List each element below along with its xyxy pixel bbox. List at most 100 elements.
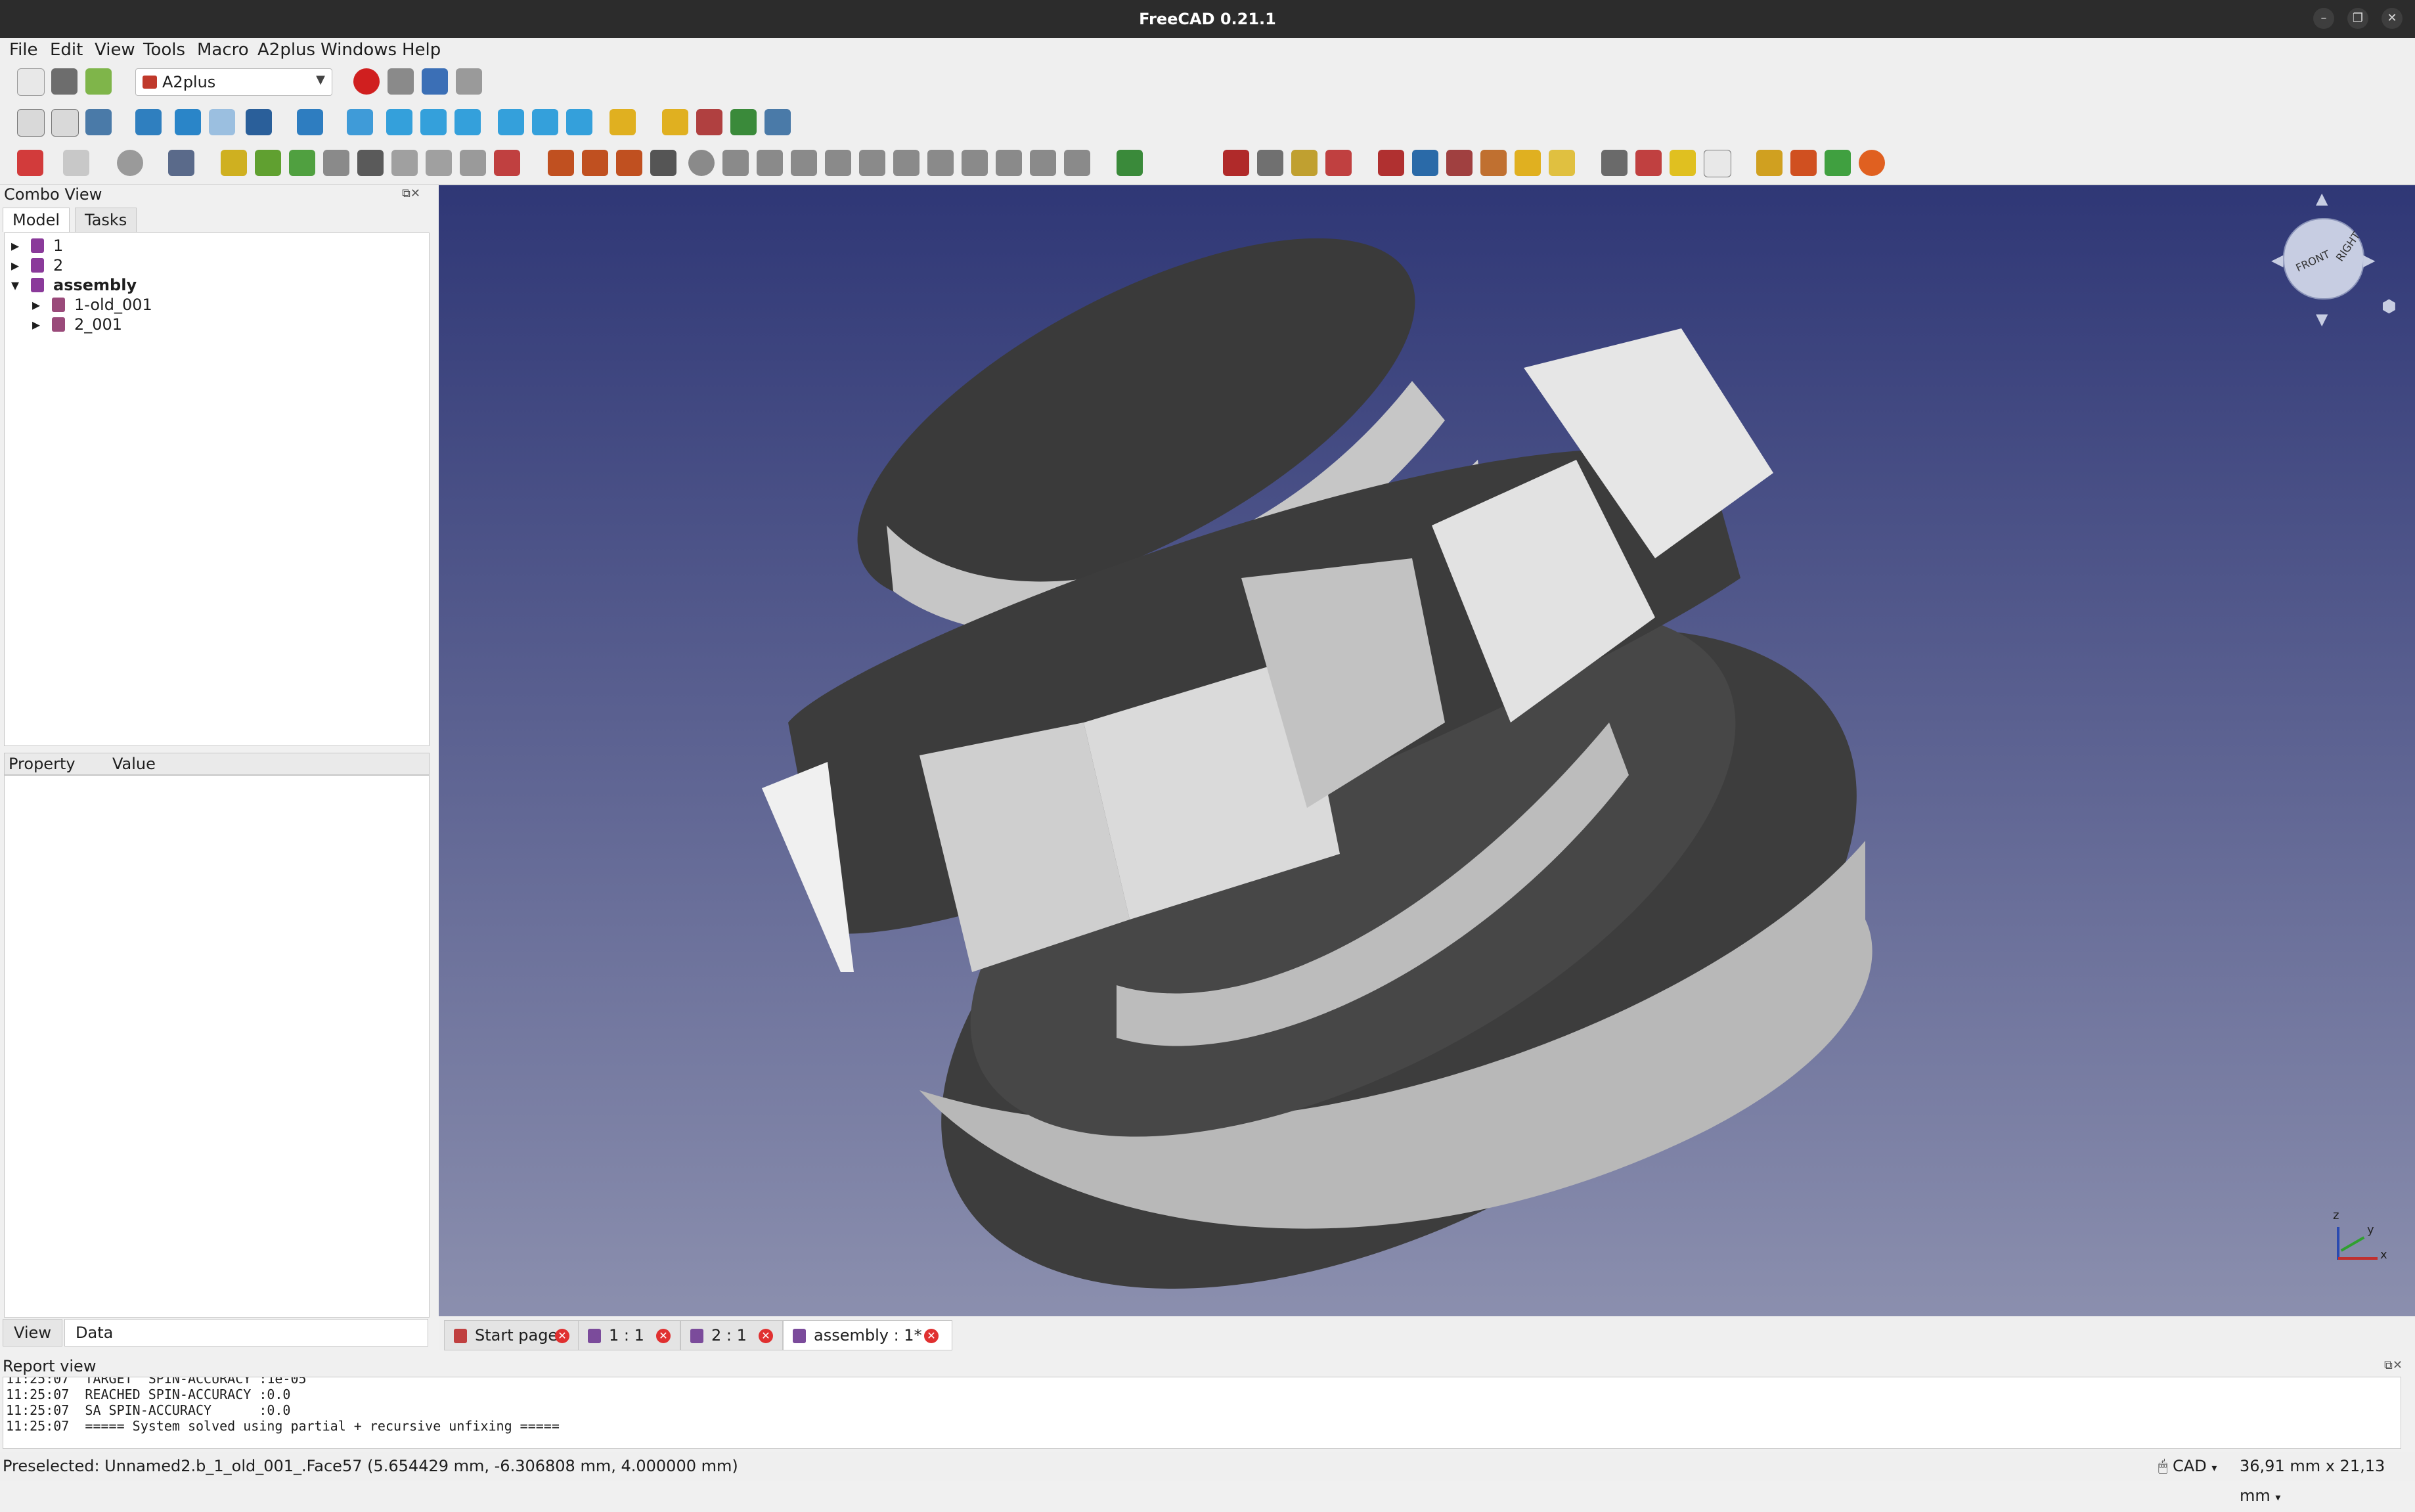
- edit-properties-icon[interactable]: [460, 150, 486, 176]
- collapse-arrow-icon[interactable]: ▾: [11, 276, 19, 294]
- measure-icon[interactable]: [609, 109, 636, 135]
- right-view-icon[interactable]: [454, 109, 481, 135]
- expand-arrow-icon[interactable]: ▸: [32, 315, 40, 334]
- undo-icon[interactable]: [17, 150, 43, 176]
- bom-icon[interactable]: [1601, 150, 1628, 176]
- axis-plane-angle-icon[interactable]: [1030, 150, 1056, 176]
- tab-view[interactable]: View: [3, 1319, 62, 1346]
- tab-data[interactable]: Data: [64, 1319, 428, 1346]
- tab-assembly[interactable]: assembly : 1* ✕: [783, 1320, 952, 1350]
- minimize-button[interactable]: –: [2313, 8, 2334, 29]
- edit-macro-icon[interactable]: [422, 68, 448, 95]
- new-file-icon[interactable]: [17, 68, 45, 96]
- point-on-plane-icon[interactable]: [616, 150, 642, 176]
- record-macro-icon[interactable]: [353, 68, 380, 95]
- navigation-style-selector[interactable]: 🖱 CAD ▾: [2158, 1452, 2217, 1482]
- run-macro-icon[interactable]: [456, 68, 482, 95]
- create-group-icon[interactable]: [696, 109, 722, 135]
- rear-view-icon[interactable]: [498, 109, 524, 135]
- cd-icon[interactable]: [1635, 150, 1662, 176]
- workbench-selector[interactable]: A2plus ▼: [135, 68, 332, 96]
- redo-icon[interactable]: [63, 150, 89, 176]
- circular-edge-icon[interactable]: [722, 150, 749, 176]
- whats-this-icon[interactable]: [168, 150, 194, 176]
- add-shape-icon[interactable]: [255, 150, 281, 176]
- left-view-icon[interactable]: [566, 109, 592, 135]
- tab-document-1[interactable]: 1 : 1 ✕: [578, 1320, 680, 1350]
- menu-help[interactable]: Help: [402, 40, 441, 60]
- search-icon[interactable]: [1412, 150, 1438, 176]
- create-part-icon[interactable]: [662, 109, 688, 135]
- front-view-icon[interactable]: [386, 109, 412, 135]
- float-close-icon[interactable]: ⧉✕: [2384, 1358, 2403, 1372]
- tree-item-2[interactable]: ▸ 2: [11, 256, 63, 275]
- delete-constraints-icon[interactable]: [494, 150, 520, 176]
- fit-selection-icon[interactable]: [51, 109, 79, 137]
- unit-icon[interactable]: [1859, 150, 1885, 176]
- tree-item-1-old-001[interactable]: ▸ 1-old_001: [32, 295, 152, 315]
- nav-rotate-down-icon[interactable]: ▼: [2316, 310, 2328, 328]
- link-actions-icon[interactable]: [764, 109, 791, 135]
- axis-plane-parallel-icon[interactable]: [859, 150, 885, 176]
- sphere-constraint-icon[interactable]: [688, 150, 715, 176]
- menu-edit[interactable]: Edit: [50, 40, 83, 60]
- axial-alignment-icon[interactable]: [791, 150, 817, 176]
- cut-icon[interactable]: [1790, 150, 1817, 176]
- property-column-header[interactable]: Property: [9, 753, 76, 774]
- expand-arrow-icon[interactable]: ▸: [11, 256, 19, 275]
- move-part-icon[interactable]: [323, 150, 349, 176]
- close-window-button[interactable]: ✕: [2382, 8, 2403, 29]
- bounding-box-icon[interactable]: [135, 109, 162, 135]
- constraint-viewer-icon[interactable]: [1291, 150, 1318, 176]
- float-close-icon[interactable]: ⧉✕: [402, 187, 420, 200]
- toggle-transparency-icon[interactable]: [1446, 150, 1473, 176]
- axis-coincident-icon[interactable]: [757, 150, 783, 176]
- menu-windows[interactable]: Windows: [321, 40, 397, 60]
- tab-start-page[interactable]: Start page ✕: [444, 1320, 581, 1350]
- back-icon[interactable]: [175, 109, 201, 135]
- close-tab-icon[interactable]: ✕: [656, 1329, 671, 1343]
- label-dof-icon[interactable]: [1515, 150, 1541, 176]
- tree-item-assembly[interactable]: ▾ assembly: [11, 275, 137, 295]
- menu-tools[interactable]: Tools: [143, 40, 185, 60]
- menu-view[interactable]: View: [95, 40, 135, 60]
- auto-solve-icon[interactable]: [1223, 150, 1249, 176]
- simulation-icon[interactable]: [1756, 150, 1783, 176]
- tab-document-2[interactable]: 2 : 1 ✕: [680, 1320, 783, 1350]
- delete-icon[interactable]: [650, 150, 676, 176]
- menu-macro[interactable]: Macro: [197, 40, 249, 60]
- tab-model[interactable]: Model: [3, 208, 70, 232]
- value-column-header[interactable]: Value: [112, 753, 156, 774]
- nav-rotate-left-icon[interactable]: ◀: [2271, 251, 2283, 269]
- axis-parallel-icon[interactable]: [825, 150, 851, 176]
- plane-parallel-icon[interactable]: [927, 150, 954, 176]
- axis-plane-normal-icon[interactable]: [1064, 150, 1090, 176]
- convert-part-icon[interactable]: [391, 150, 418, 176]
- angled-planes-icon[interactable]: [962, 150, 988, 176]
- sync-view-icon[interactable]: [246, 109, 272, 135]
- zoom-icon[interactable]: [297, 109, 323, 135]
- edit-part-icon[interactable]: [426, 150, 452, 176]
- property-editor[interactable]: [4, 775, 430, 1318]
- show-constraints-icon[interactable]: [1549, 150, 1575, 176]
- close-tab-icon[interactable]: ✕: [924, 1329, 939, 1343]
- dimensions-status[interactable]: 36,91 mm x 21,13 mm ▾: [2240, 1452, 2415, 1512]
- close-tab-icon[interactable]: ✕: [555, 1329, 569, 1343]
- forward-icon[interactable]: [209, 109, 235, 135]
- link-icon[interactable]: [730, 109, 757, 135]
- nav-cube-front-label[interactable]: FRONT: [2294, 248, 2332, 274]
- tree-item-1[interactable]: ▸ 1: [11, 236, 63, 256]
- navigation-cube[interactable]: FRONT RIGHT: [2283, 218, 2364, 300]
- solve-icon[interactable]: [1117, 150, 1143, 176]
- center-of-mass-icon[interactable]: [996, 150, 1022, 176]
- parts-list-icon[interactable]: [1704, 150, 1731, 177]
- point-on-line-icon[interactable]: [582, 150, 608, 176]
- maximize-button[interactable]: ❐: [2347, 8, 2368, 29]
- check-icon[interactable]: [1825, 150, 1851, 176]
- flip-direction-icon[interactable]: [1257, 150, 1283, 176]
- expand-arrow-icon[interactable]: ▸: [11, 236, 19, 255]
- info-icon[interactable]: [1670, 150, 1696, 176]
- menu-file[interactable]: File: [9, 40, 38, 60]
- close-tab-icon[interactable]: ✕: [759, 1329, 773, 1343]
- top-view-icon[interactable]: [420, 109, 447, 135]
